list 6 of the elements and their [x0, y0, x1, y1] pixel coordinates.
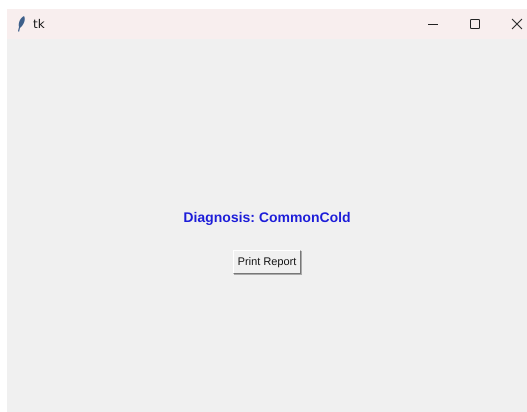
maximize-icon[interactable] — [469, 18, 481, 30]
close-icon[interactable] — [511, 18, 523, 30]
print-report-button[interactable]: Print Report — [232, 250, 302, 274]
feather-icon — [17, 16, 26, 32]
diagnosis-label: Diagnosis: CommonCold — [183, 209, 351, 225]
window-title: tk — [33, 17, 45, 31]
